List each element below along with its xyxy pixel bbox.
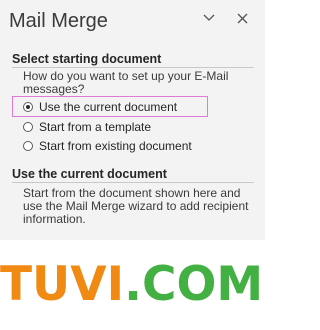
section-heading-current: Use the current document (12, 167, 167, 181)
radio-start-from-template[interactable]: Start from a template (23, 118, 151, 136)
current-document-description: Start from the document shown here and u… (23, 186, 249, 226)
radio-button-selected[interactable] (23, 102, 33, 112)
close-icon[interactable] (233, 9, 251, 27)
watermark-part2: .COM (124, 257, 264, 312)
option-label: Use the current document (39, 100, 178, 114)
pane-title: Mail Merge (9, 10, 108, 32)
section-divider (12, 67, 254, 68)
radio-button[interactable] (23, 141, 33, 151)
mail-merge-pane: Mail Merge Select starting document How … (0, 0, 265, 240)
chevron-down-icon[interactable] (200, 9, 218, 27)
radio-start-from-existing-document[interactable]: Start from existing document (23, 137, 192, 155)
watermark-part1: TUVI (0, 257, 125, 312)
option-label: Start from existing document (39, 139, 192, 153)
radio-button[interactable] (23, 122, 33, 132)
section-divider (12, 182, 254, 183)
setup-question: How do you want to set up your E-Mail me… (23, 69, 229, 96)
radio-use-current-document[interactable]: Use the current document (23, 98, 177, 116)
option-label: Start from a template (39, 120, 152, 134)
section-heading-starting: Select starting document (12, 52, 162, 66)
watermark-logo: TUVI.COM (0, 255, 265, 315)
